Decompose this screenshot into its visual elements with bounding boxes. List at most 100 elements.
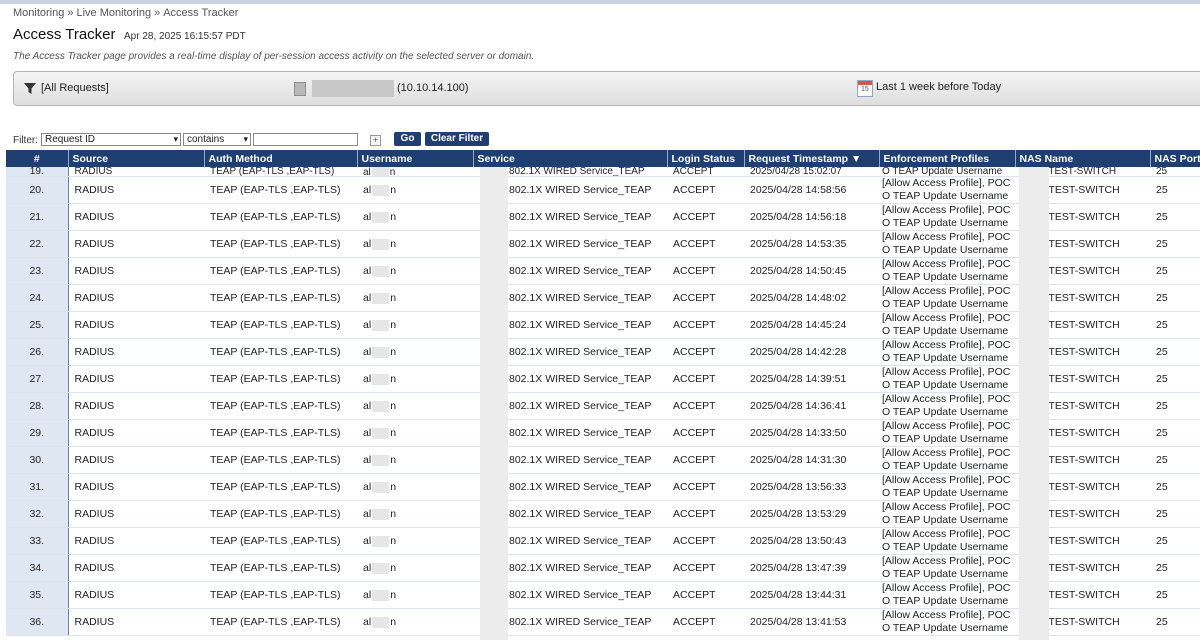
cell-nas-port: 25 bbox=[1150, 554, 1200, 582]
cell-auth-method: TEAP (EAP-TLS ,EAP-TLS) bbox=[204, 608, 357, 636]
cell-request-timestamp: 2025/04/28 15:02:07 bbox=[750, 167, 842, 176]
profile-line-2: O TEAP Update Username bbox=[882, 217, 1009, 229]
row-number: 33. bbox=[6, 527, 69, 555]
column-header-enforcement-profiles[interactable]: Enforcement Profiles bbox=[879, 150, 1016, 167]
cell-username: al n bbox=[357, 176, 473, 204]
cell-nas-port: 25 bbox=[1150, 284, 1200, 312]
cell-source: RADIUS bbox=[68, 392, 204, 420]
cell-enforcement-profiles: [Allow Access Profile], POC O TEAP Update… bbox=[879, 446, 1015, 474]
cell-nas-name: -TEST-SWITCH bbox=[1045, 167, 1117, 176]
cell-login-status: ACCEPT bbox=[667, 446, 744, 474]
cell-source: RADIUS bbox=[68, 446, 204, 474]
profile-line-2: O TEAP Update Username bbox=[882, 541, 1009, 553]
cell-enforcement-profiles: [Allow Access Profile], POC O TEAP Update… bbox=[879, 419, 1015, 447]
column-header-username[interactable]: Username bbox=[357, 150, 474, 167]
profile-line-2: O TEAP Update Username bbox=[882, 595, 1009, 607]
go-button[interactable]: Go bbox=[394, 132, 421, 146]
cell-username-prefix: al bbox=[363, 508, 372, 520]
row-number: 19. bbox=[29, 167, 44, 176]
cell-username-prefix: al bbox=[363, 373, 372, 385]
cell-login-status: ACCEPT bbox=[667, 176, 744, 204]
top-border bbox=[0, 0, 1200, 4]
cell-auth-method: TEAP (EAP-TLS ,EAP-TLS) bbox=[204, 473, 357, 501]
profile-line-1: [Allow Access Profile], POC bbox=[882, 609, 1011, 621]
cell-auth-method: TEAP (EAP-TLS ,EAP-TLS) bbox=[210, 167, 335, 176]
cell-enforcement-profiles: [Allow Access Profile], POC O TEAP Update… bbox=[879, 338, 1015, 366]
profile-line-1: [Allow Access Profile], POC bbox=[882, 447, 1011, 459]
cell-username-prefix: al bbox=[363, 616, 372, 628]
profile-line-2: O TEAP Update Username bbox=[882, 190, 1009, 202]
filter-operator-select[interactable]: contains ▾ bbox=[183, 133, 251, 146]
cell-source: RADIUS bbox=[68, 203, 204, 231]
cell-username: al n bbox=[357, 527, 473, 555]
cell-request-timestamp: 2025/04/28 14:31:30 bbox=[744, 446, 879, 474]
column-header-login-status[interactable]: Login Status bbox=[667, 150, 745, 167]
profile-line-2: O TEAP Update Username bbox=[882, 568, 1009, 580]
service-redaction bbox=[480, 167, 508, 640]
username-redacted bbox=[372, 292, 390, 304]
breadcrumb-live-monitoring[interactable]: Live Monitoring bbox=[76, 7, 151, 19]
cell-nas-port: 25 bbox=[1150, 581, 1200, 609]
cell-request-timestamp: 2025/04/28 13:53:29 bbox=[744, 500, 879, 528]
clear-filter-button[interactable]: Clear Filter bbox=[425, 132, 489, 146]
username-redacted bbox=[372, 562, 390, 574]
column-header-request-timestamp[interactable]: Request Timestamp ▼ bbox=[744, 150, 880, 167]
cell-username-suffix: n bbox=[390, 373, 397, 385]
column-header-service[interactable]: Service bbox=[473, 150, 668, 167]
cell-request-timestamp: 2025/04/28 13:56:33 bbox=[744, 473, 879, 501]
cell-enforcement-profiles: [Allow Access Profile], POC O TEAP Update… bbox=[879, 554, 1015, 582]
row-number: 21. bbox=[6, 203, 69, 231]
row-number: 25. bbox=[6, 311, 69, 339]
breadcrumb-monitoring[interactable]: Monitoring bbox=[13, 7, 64, 19]
cell-auth-method: TEAP (EAP-TLS ,EAP-TLS) bbox=[204, 554, 357, 582]
cell-enforcement-profile: O TEAP Update Username bbox=[882, 167, 1003, 176]
cell-source: RADIUS bbox=[68, 527, 204, 555]
row-number: 31. bbox=[6, 473, 69, 501]
profile-line-2: O TEAP Update Username bbox=[882, 352, 1009, 364]
profile-line-2: O TEAP Update Username bbox=[882, 325, 1009, 337]
cell-request-timestamp: 2025/04/28 13:44:31 bbox=[744, 581, 879, 609]
page-timestamp: Apr 28, 2025 16:15:57 PDT bbox=[123, 31, 246, 42]
username-redacted bbox=[372, 211, 390, 223]
cell-username-suffix: n bbox=[390, 265, 397, 277]
request-filter-link[interactable]: [All Requests] bbox=[41, 82, 109, 94]
column-header-auth-method[interactable]: Auth Method bbox=[204, 150, 358, 167]
server-ip[interactable]: (10.10.14.100) bbox=[397, 82, 469, 94]
cell-username-suffix: n bbox=[390, 292, 397, 304]
profile-line-1: [Allow Access Profile], POC bbox=[882, 312, 1011, 324]
cell-username: al n bbox=[357, 257, 473, 285]
cell-username-prefix: al bbox=[363, 454, 372, 466]
nas-name-redaction bbox=[1019, 167, 1049, 640]
username-redacted bbox=[372, 346, 390, 358]
username-redacted bbox=[372, 184, 390, 196]
cell-login-status: ACCEPT bbox=[667, 338, 744, 366]
cell-request-timestamp: 2025/04/28 14:36:41 bbox=[744, 392, 879, 420]
filter-value-input[interactable] bbox=[253, 133, 358, 146]
cell-username-suffix: n bbox=[390, 346, 397, 358]
cell-username: al n bbox=[357, 230, 473, 258]
row-number: 27. bbox=[6, 365, 69, 393]
column-header-nas-name[interactable]: NAS Name bbox=[1015, 150, 1151, 167]
column-header-number[interactable]: # bbox=[6, 150, 69, 167]
cell-login-status: ACCEPT bbox=[667, 365, 744, 393]
cell-nas-port: 25 bbox=[1150, 176, 1200, 204]
profile-line-1: [Allow Access Profile], POC bbox=[882, 177, 1011, 189]
cell-source: RADIUS bbox=[68, 473, 204, 501]
row-number: 30. bbox=[6, 446, 69, 474]
access-tracker-grid: # Source Auth Method Username Service Lo… bbox=[6, 150, 1200, 640]
cell-enforcement-profiles: [Allow Access Profile], POC O TEAP Update… bbox=[879, 230, 1015, 258]
cell-auth-method: TEAP (EAP-TLS ,EAP-TLS) bbox=[204, 392, 357, 420]
cell-enforcement-profiles: [Allow Access Profile], POC O TEAP Update… bbox=[879, 392, 1015, 420]
date-range-link[interactable]: Last 1 week before Today bbox=[876, 81, 1001, 93]
row-number: 24. bbox=[6, 284, 69, 312]
profile-line-2: O TEAP Update Username bbox=[882, 271, 1009, 283]
column-header-source[interactable]: Source bbox=[68, 150, 205, 167]
username-redacted bbox=[372, 481, 390, 493]
cell-enforcement-profiles: [Allow Access Profile], POC O TEAP Update… bbox=[879, 284, 1015, 312]
filter-field-select[interactable]: Request ID ▾ bbox=[41, 133, 181, 146]
filter-funnel-icon[interactable] bbox=[24, 83, 36, 95]
add-filter-icon[interactable]: + bbox=[370, 135, 381, 146]
calendar-icon[interactable]: 15 bbox=[857, 80, 873, 97]
cell-username-suffix: n bbox=[390, 400, 397, 412]
column-header-nas-port[interactable]: NAS Port bbox=[1150, 150, 1200, 167]
